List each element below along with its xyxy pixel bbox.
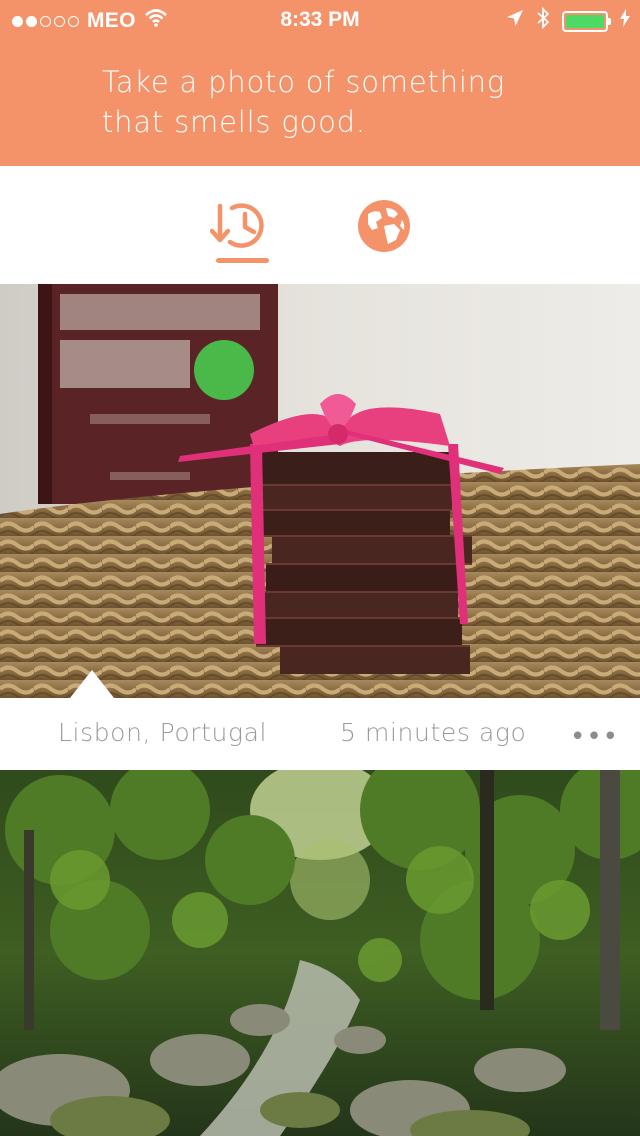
feed-tabs [0, 166, 640, 284]
bluetooth-icon [536, 6, 550, 35]
more-options-button[interactable]: ••• [570, 722, 619, 752]
location-arrow-icon [506, 9, 524, 33]
status-right [506, 6, 630, 35]
chocolate-stack-photo[interactable] [0, 284, 640, 698]
challenge-prompt: Take a photo of something that smells go… [102, 62, 542, 142]
charging-bolt-icon [620, 9, 630, 33]
challenge-header: Take a photo of something that smells go… [0, 40, 640, 166]
status-bar: MEO 8:33 PM [0, 0, 640, 40]
battery-icon [562, 10, 611, 32]
photo-location[interactable]: Lisbon, Portugal [58, 718, 267, 747]
tab-recent[interactable] [209, 196, 270, 266]
tab-selected-indicator [216, 258, 269, 263]
photo-meta-bar: Lisbon, Portugal 5 minutes ago ••• [0, 698, 640, 770]
prompt-line-2: that smells good. [102, 105, 366, 139]
prompt-line-1: Take a photo of something [102, 65, 506, 99]
photo-timestamp: 5 minutes ago [340, 718, 527, 747]
forest-stream-photo[interactable] [0, 770, 640, 1136]
globe-icon [354, 200, 414, 260]
tab-world[interactable] [354, 196, 414, 266]
photo-pointer [70, 670, 114, 698]
